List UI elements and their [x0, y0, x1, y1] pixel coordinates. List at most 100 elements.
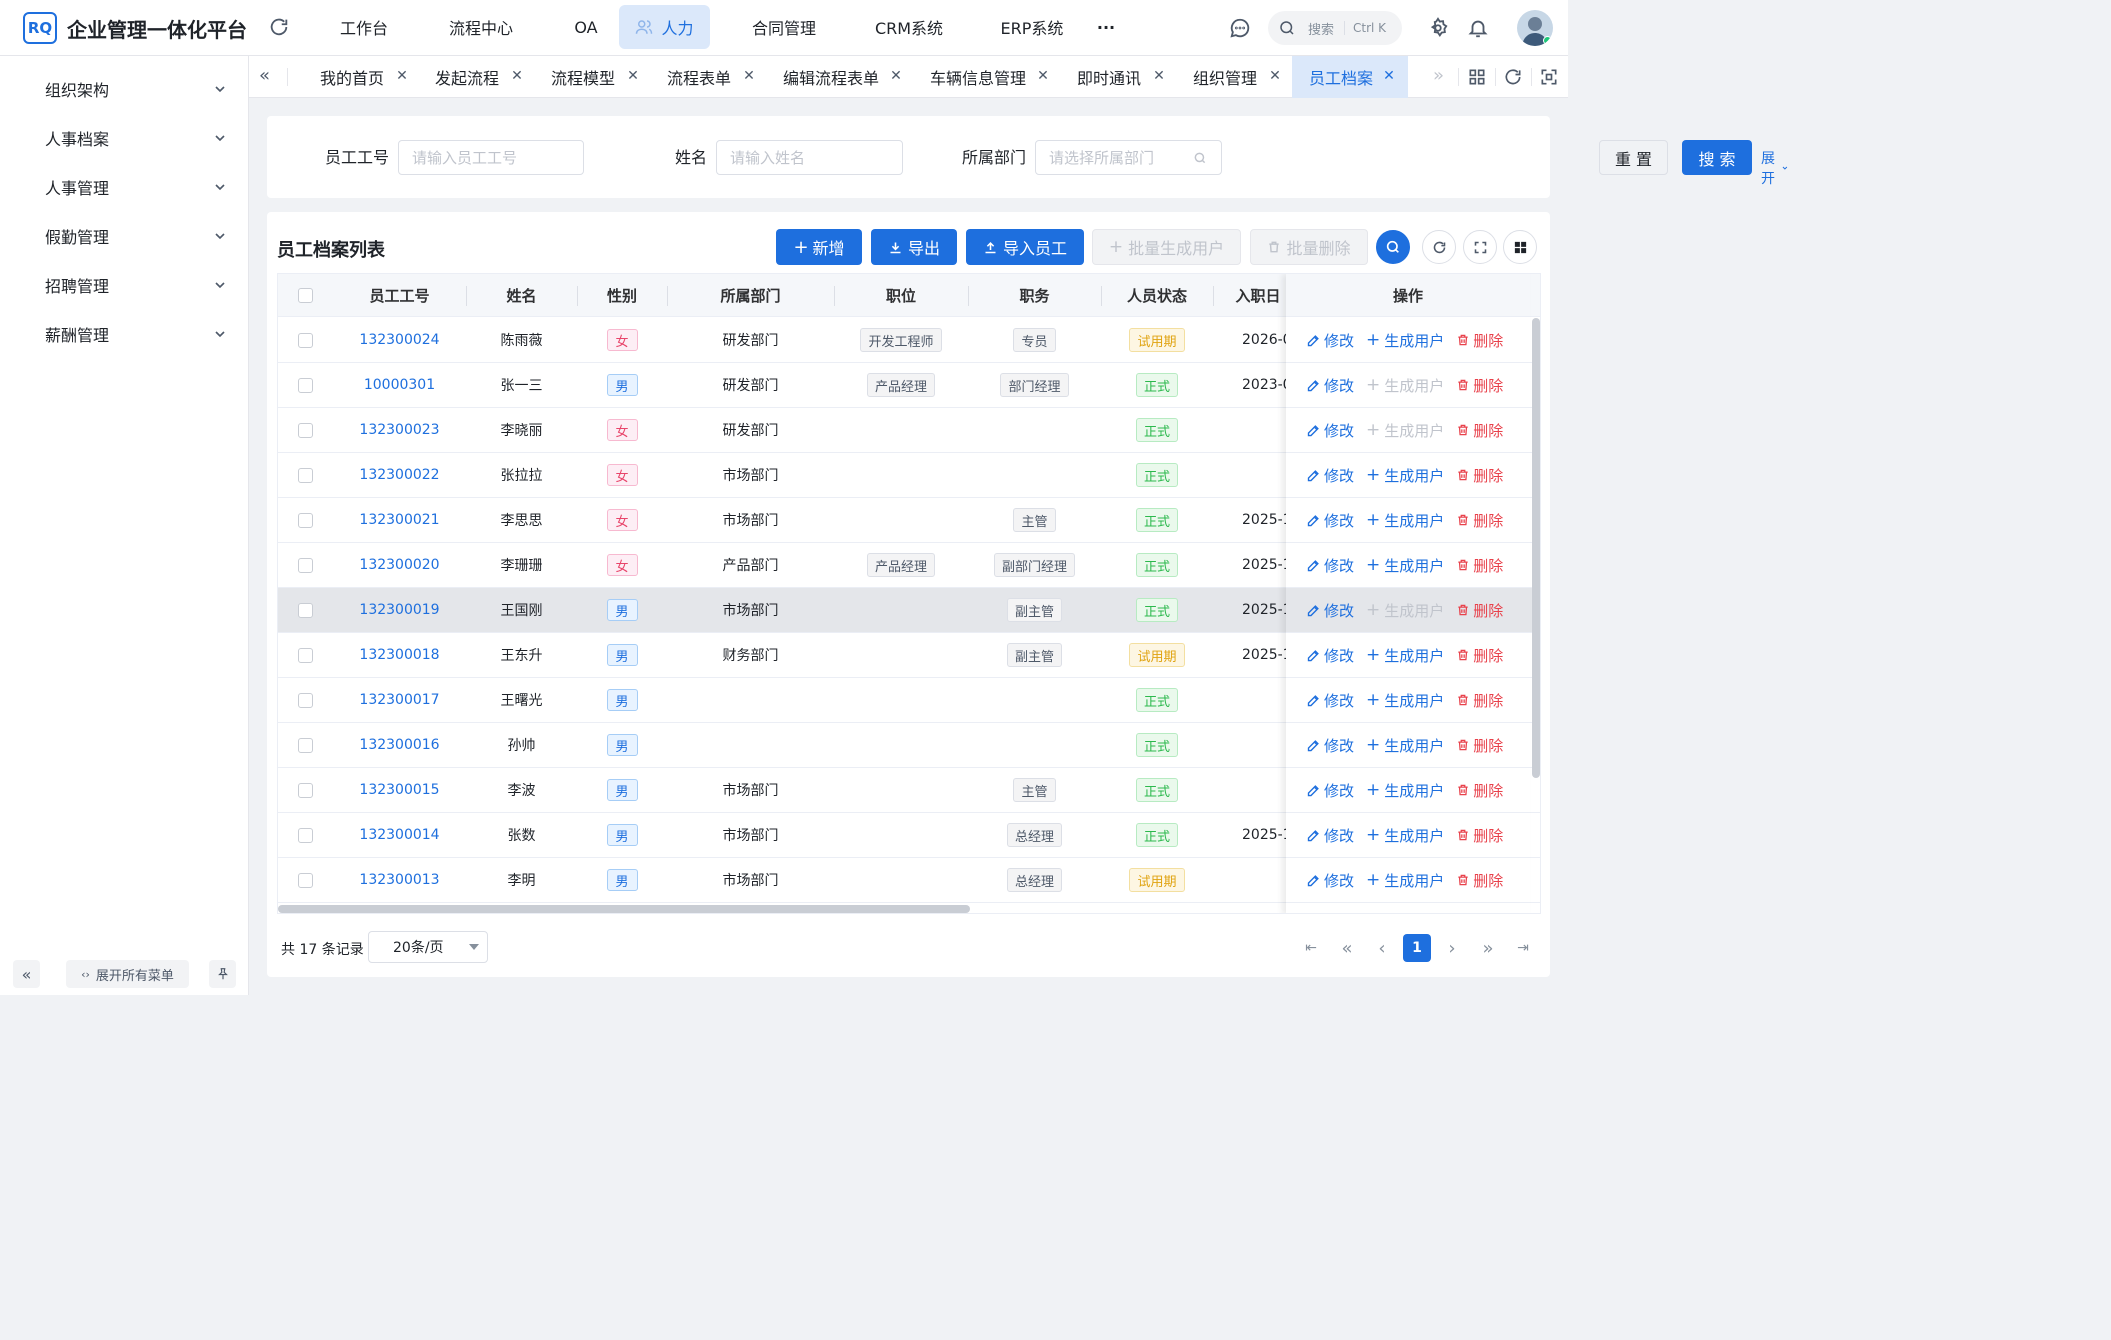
- batch-generate-user-button[interactable]: + 批量生成用户: [1092, 229, 1241, 265]
- cell-emp-no[interactable]: 132300018: [333, 633, 466, 677]
- row-select-cell[interactable]: [278, 813, 333, 857]
- edit-button[interactable]: 修改: [1306, 735, 1354, 756]
- col-dept[interactable]: 所属部门: [667, 274, 834, 317]
- generate-user-button[interactable]: + 生成用户: [1366, 465, 1444, 486]
- row-checkbox[interactable]: [298, 602, 313, 618]
- name-input[interactable]: 请输入姓名: [716, 140, 903, 175]
- close-icon[interactable]: ✕: [395, 68, 409, 86]
- tab-home[interactable]: 我的首页 ✕: [306, 56, 416, 98]
- generate-user-button[interactable]: + 生成用户: [1366, 645, 1444, 666]
- row-select-cell[interactable]: [278, 678, 333, 722]
- generate-user-button[interactable]: + 生成用户: [1366, 690, 1444, 711]
- col-position[interactable]: 职位: [834, 274, 968, 317]
- delete-button[interactable]: 删除: [1456, 375, 1503, 396]
- col-gender[interactable]: 性别: [577, 274, 667, 317]
- delete-button[interactable]: 删除: [1456, 420, 1503, 441]
- tab-im[interactable]: 即时通讯 ✕: [1063, 56, 1173, 98]
- row-checkbox[interactable]: [298, 872, 313, 888]
- sidebar-item-salary[interactable]: 薪酬管理: [0, 309, 249, 358]
- tabs-scroll-right-icon[interactable]: »: [1433, 65, 1444, 86]
- col-status[interactable]: 人员状态: [1101, 274, 1213, 317]
- row-select-cell[interactable]: [278, 633, 333, 677]
- cell-emp-no[interactable]: 132300013: [333, 858, 466, 902]
- nav-erp[interactable]: ERP系统: [990, 5, 1074, 49]
- prev-page-icon[interactable]: ‹: [1368, 934, 1396, 962]
- export-button[interactable]: 导出: [871, 229, 957, 265]
- refresh-table-button[interactable]: [1422, 230, 1456, 264]
- fullscreen-table-button[interactable]: [1463, 230, 1497, 264]
- generate-user-button[interactable]: + 生成用户: [1366, 735, 1444, 756]
- global-search[interactable]: 搜索 Ctrl K: [1268, 11, 1402, 45]
- page-current[interactable]: 1: [1403, 934, 1431, 962]
- expand-all-menus-button[interactable]: ‹› 展开所有菜单: [66, 960, 189, 988]
- generate-user-button[interactable]: + 生成用户: [1366, 510, 1444, 531]
- emp-no-input[interactable]: 请输入员工工号: [398, 140, 584, 175]
- tabs-scroll-left-icon[interactable]: «: [259, 65, 270, 86]
- edit-button[interactable]: 修改: [1306, 690, 1354, 711]
- row-checkbox[interactable]: [298, 692, 313, 708]
- row-select-cell[interactable]: [278, 363, 333, 407]
- toggle-search-button[interactable]: [1376, 230, 1410, 264]
- import-employee-button[interactable]: 导入员工: [966, 229, 1084, 265]
- edit-button[interactable]: 修改: [1306, 510, 1354, 531]
- generate-user-button[interactable]: + 生成用户: [1366, 870, 1444, 891]
- refresh-icon[interactable]: [268, 16, 290, 38]
- generate-user-button[interactable]: + 生成用户: [1366, 825, 1444, 846]
- next-jump-icon[interactable]: »: [1474, 934, 1502, 962]
- grid-menu-icon[interactable]: [1467, 67, 1487, 87]
- edit-button[interactable]: 修改: [1306, 645, 1354, 666]
- tab-org-manage[interactable]: 组织管理 ✕: [1179, 56, 1289, 98]
- row-checkbox[interactable]: [298, 647, 313, 663]
- page-size-select[interactable]: 20条/页: [368, 931, 488, 963]
- row-select-cell[interactable]: [278, 408, 333, 452]
- collapse-sidebar-button[interactable]: «: [13, 960, 40, 988]
- sidebar-item-archives[interactable]: 人事档案: [0, 113, 249, 162]
- expand-filters-button[interactable]: 展开: [1761, 148, 1789, 188]
- edit-button[interactable]: 修改: [1306, 330, 1354, 351]
- next-page-icon[interactable]: ›: [1438, 934, 1466, 962]
- fullscreen-icon[interactable]: [1539, 67, 1559, 87]
- close-icon[interactable]: ✕: [1036, 68, 1050, 86]
- vertical-scrollbar[interactable]: [1532, 318, 1540, 778]
- row-checkbox[interactable]: [298, 827, 313, 843]
- cell-emp-no[interactable]: 132300020: [333, 543, 466, 587]
- last-page-icon[interactable]: ⇥: [1509, 934, 1537, 962]
- select-all-checkbox[interactable]: [298, 288, 313, 303]
- pin-sidebar-button[interactable]: [209, 960, 236, 988]
- edit-button[interactable]: 修改: [1306, 420, 1354, 441]
- cell-emp-no[interactable]: 132300022: [333, 453, 466, 497]
- edit-button[interactable]: 修改: [1306, 465, 1354, 486]
- col-emp-no[interactable]: 员工工号: [333, 274, 466, 317]
- select-all-cell[interactable]: [278, 274, 333, 317]
- tab-process-model[interactable]: 流程模型 ✕: [537, 56, 647, 98]
- row-select-cell[interactable]: [278, 498, 333, 542]
- refresh-tab-icon[interactable]: [1503, 67, 1523, 87]
- delete-button[interactable]: 删除: [1456, 645, 1503, 666]
- sidebar-item-attendance[interactable]: 假勤管理: [0, 211, 249, 260]
- sidebar-item-personnel[interactable]: 人事管理: [0, 162, 249, 211]
- delete-button[interactable]: 删除: [1456, 735, 1503, 756]
- close-icon[interactable]: ✕: [742, 68, 756, 86]
- cell-emp-no[interactable]: 132300019: [333, 588, 466, 632]
- row-checkbox[interactable]: [298, 782, 313, 798]
- close-icon[interactable]: ✕: [1382, 68, 1396, 86]
- reset-button[interactable]: 重 置: [1599, 140, 1668, 175]
- close-icon[interactable]: ✕: [510, 68, 524, 86]
- edit-button[interactable]: 修改: [1306, 870, 1354, 891]
- user-avatar[interactable]: [1517, 10, 1553, 46]
- row-checkbox[interactable]: [298, 422, 313, 438]
- row-checkbox[interactable]: [298, 737, 313, 753]
- delete-button[interactable]: 删除: [1456, 600, 1503, 621]
- sidebar-item-recruit[interactable]: 招聘管理: [0, 260, 249, 309]
- nav-workbench[interactable]: 工作台: [325, 5, 403, 49]
- tab-process-form[interactable]: 流程表单 ✕: [653, 56, 763, 98]
- generate-user-button[interactable]: + 生成用户: [1366, 600, 1444, 621]
- first-page-icon[interactable]: ⇤: [1297, 934, 1325, 962]
- row-select-cell[interactable]: [278, 768, 333, 812]
- row-select-cell[interactable]: [278, 318, 333, 362]
- message-icon[interactable]: [1229, 17, 1251, 39]
- nav-crm[interactable]: CRM系统: [862, 5, 956, 49]
- nav-oa[interactable]: OA: [560, 5, 612, 49]
- row-checkbox[interactable]: [298, 557, 313, 573]
- column-settings-button[interactable]: [1503, 230, 1537, 264]
